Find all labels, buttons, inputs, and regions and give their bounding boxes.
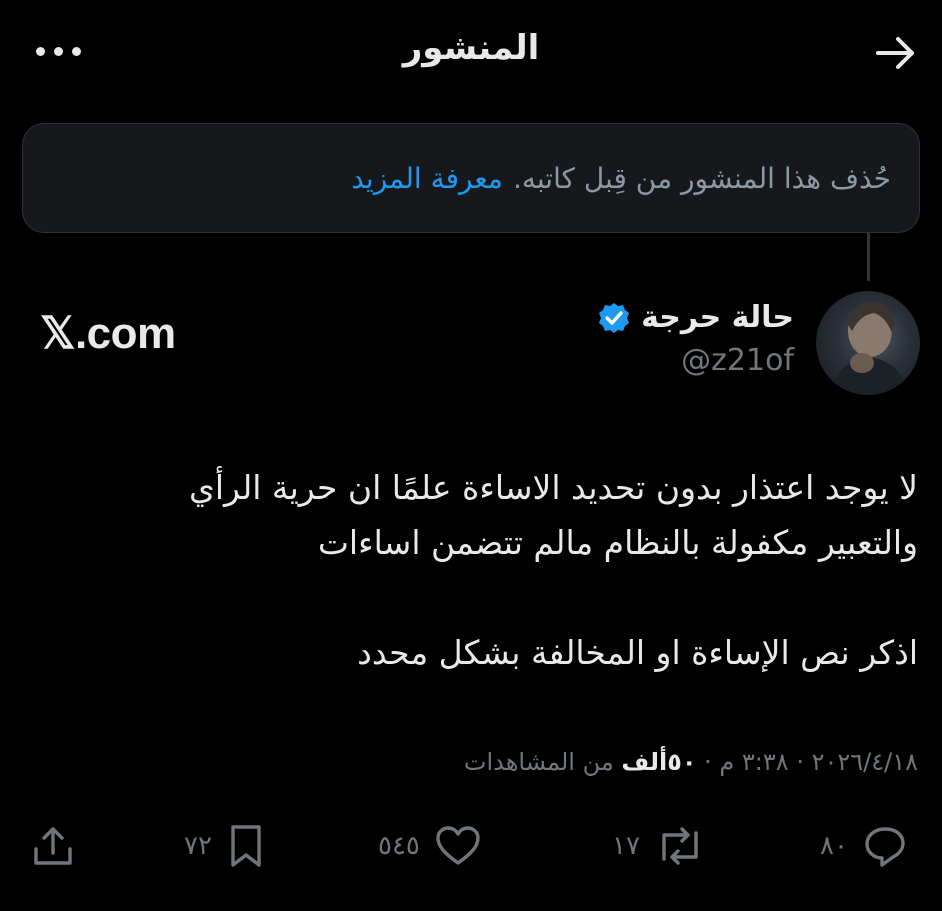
top-bar: المنشور bbox=[0, 22, 942, 84]
post-line: اذكر نص الإساءة او المخالفة بشكل محدد bbox=[357, 633, 918, 672]
notice-text: حُذف هذا المنشور من قِبل كاتبه. bbox=[512, 161, 891, 195]
repost-icon bbox=[654, 823, 706, 869]
author-name: حالة حرجة bbox=[641, 300, 794, 335]
deleted-post-notice: حُذف هذا المنشور من قِبل كاتبه. معرفة ال… bbox=[22, 123, 920, 233]
post-time: ٣:٣٨ م bbox=[719, 748, 789, 776]
separator: · bbox=[796, 748, 804, 776]
repost-count: ١٧ bbox=[612, 831, 640, 861]
post-line: لا يوجد اعتذار بدون تحديد الاساءة علمًا … bbox=[189, 468, 918, 507]
post-text: لا يوجد اعتذار بدون تحديد الاساءة علمًا … bbox=[38, 460, 918, 680]
author-info[interactable]: حالة حرجة @z21of bbox=[597, 300, 794, 378]
share-button[interactable] bbox=[30, 818, 76, 874]
back-arrow-icon[interactable] bbox=[872, 30, 918, 76]
views-label: من المشاهدات bbox=[463, 748, 614, 776]
author-handle: @z21of bbox=[681, 343, 794, 378]
like-button[interactable]: ٥٤٥ bbox=[378, 818, 482, 874]
action-bar: ٨٠ ١٧ ٥٤٥ ٧٢ bbox=[0, 818, 942, 878]
reply-button[interactable]: ٨٠ bbox=[820, 818, 908, 874]
bookmark-button[interactable]: ٧٢ bbox=[184, 818, 266, 874]
verified-badge-icon bbox=[597, 301, 631, 335]
avatar[interactable] bbox=[816, 291, 920, 395]
post-meta: ٢٠٢٦/٤/١٨ · ٣:٣٨ م · ٥٠ألف من المشاهدات bbox=[464, 748, 918, 776]
repost-button[interactable]: ١٧ bbox=[612, 818, 706, 874]
thread-line bbox=[867, 233, 870, 281]
reply-icon bbox=[862, 823, 908, 869]
bookmark-icon bbox=[226, 823, 266, 869]
reply-count: ٨٠ bbox=[820, 831, 848, 861]
heart-icon bbox=[434, 823, 482, 869]
page-title: المنشور bbox=[402, 28, 540, 68]
post-page: المنشور حُذف هذا المنشور من قِبل كاتبه. … bbox=[0, 0, 942, 911]
views-count[interactable]: ٥٠ألف bbox=[621, 748, 696, 776]
learn-more-link[interactable]: معرفة المزيد bbox=[351, 162, 503, 195]
x-com-watermark: 𝕏.com bbox=[40, 309, 176, 358]
bookmark-count: ٧٢ bbox=[184, 831, 212, 861]
post-line: والتعبير مكفولة بالنظام مالم تتضمن اساءا… bbox=[317, 523, 918, 562]
post-date: ٢٠٢٦/٤/١٨ bbox=[811, 748, 918, 776]
separator: · bbox=[704, 748, 712, 776]
like-count: ٥٤٥ bbox=[378, 831, 420, 861]
author-name-row: حالة حرجة bbox=[597, 300, 794, 335]
share-icon bbox=[30, 823, 76, 869]
